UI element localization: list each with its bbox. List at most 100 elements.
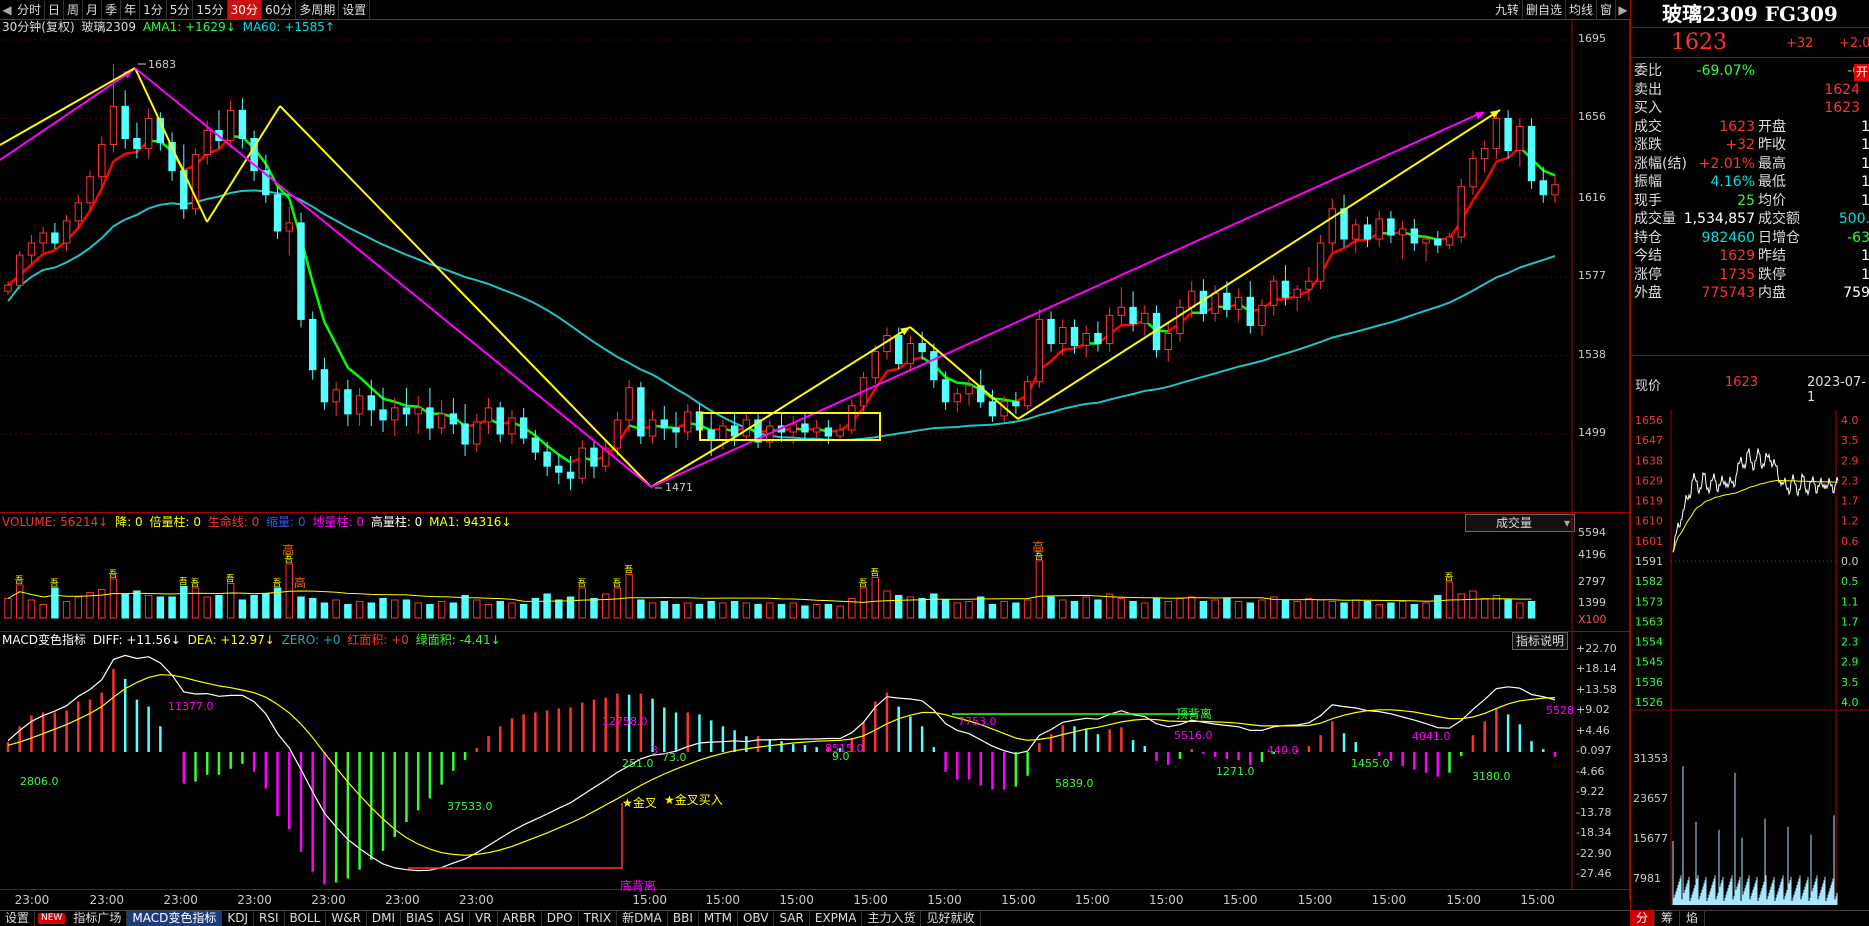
mini-right-axis-label: 1.7 <box>1841 495 1859 508</box>
ama-segment <box>323 321 338 346</box>
indicator-tab[interactable]: BIAS <box>401 911 440 926</box>
volume-bar <box>660 600 669 619</box>
volume-bar <box>355 600 364 619</box>
indicator-tab[interactable]: BBI <box>668 911 699 926</box>
quote-row: 买入 1623 <box>1631 99 1869 118</box>
time-axis-label: 15:00 <box>779 893 814 907</box>
intraday-mini-chart[interactable]: 1656 4.0 1647 3.5 1638 2.9 1629 2.3 1619 1.7 1610 1… <box>1631 410 1869 910</box>
candle-body <box>1387 218 1395 236</box>
indicator-tab[interactable]: MACD变色指标 <box>127 911 223 926</box>
indicator-tab[interactable]: MTM <box>699 911 738 926</box>
macd-axis-label: +22.70 <box>1576 642 1617 655</box>
candle-body <box>613 419 622 449</box>
candle-body <box>1234 296 1243 310</box>
macd-axis-label: +13.58 <box>1576 682 1617 696</box>
indicator-tab[interactable]: EXPMA <box>810 911 863 926</box>
indicator-tab[interactable]: TRIX <box>579 911 618 926</box>
mini-right-axis-label: 1.1 <box>1841 595 1859 608</box>
indicator-tab[interactable]: RSI <box>254 911 285 926</box>
indicator-tab[interactable]: 新DMA <box>617 911 668 926</box>
macd-axis-label: -4.66 <box>1576 764 1605 778</box>
candle-body <box>391 407 399 421</box>
indicator-tab[interactable]: KDJ <box>222 911 254 926</box>
candle-body <box>1457 186 1465 238</box>
mini-right-axis-label: 2.3 <box>1841 474 1859 487</box>
candle-body <box>1340 208 1348 240</box>
mini-tab[interactable]: 分 <box>1630 910 1656 926</box>
volume-mark: 吾 <box>870 567 879 578</box>
candle-body <box>226 109 235 142</box>
quote-panel: 玻璃2309 FG309 1623 +32 +2.0 委比-69.07%-67开… <box>1630 0 1869 910</box>
quote-value-2: 1 <box>1861 192 1869 209</box>
indicator-tab[interactable]: ASI <box>440 911 471 926</box>
indicator-tab[interactable]: 设置 <box>0 911 36 926</box>
candle-body <box>1375 218 1383 240</box>
volume-mark: 吾 <box>191 578 200 589</box>
candle-body <box>508 417 516 435</box>
indicator-tab[interactable]: 见好就收 <box>921 911 981 926</box>
quote-key: 涨跌 <box>1634 137 1662 153</box>
volume-bar <box>414 602 422 619</box>
ama-segment <box>335 344 349 369</box>
mini-left-axis-label: 1526 <box>1635 696 1663 709</box>
candle-body <box>1258 304 1266 326</box>
indicator-tab[interactable]: DPO <box>542 911 579 926</box>
quote-value: 1629 <box>1719 248 1755 264</box>
ama-segment <box>347 366 361 379</box>
candle-body <box>848 405 856 431</box>
quote-value-2: -63 <box>1847 229 1869 246</box>
indicator-tab[interactable]: ARBR <box>498 911 542 926</box>
kline-chart[interactable]: 16831471吾 吾吾吾吾吾吾吾吾 吾吾吾吾吾吾高高高2806.011377.03… <box>0 0 1630 910</box>
candle-body <box>379 409 387 421</box>
quote-key: 现手 <box>1634 192 1662 209</box>
volume-mark: 吾 <box>859 578 868 589</box>
indicator-tab[interactable]: 指标广场 <box>68 911 128 926</box>
candle-body <box>62 220 71 244</box>
macd-axis-label: -9.22 <box>1576 785 1605 799</box>
mini-tab[interactable]: 筹 <box>1655 910 1681 926</box>
indicator-tab[interactable]: W&R <box>326 911 367 926</box>
candle-body <box>308 318 317 371</box>
indicator-tab[interactable]: VR <box>470 911 498 926</box>
quote-value-2: 1 <box>1861 174 1869 190</box>
volume-bar <box>1305 597 1313 619</box>
indicator-tab[interactable]: DMI <box>367 911 402 926</box>
volume-bar <box>496 600 504 619</box>
quote-key: 涨停 <box>1634 266 1662 283</box>
ama-segment <box>1483 160 1498 184</box>
quote-value-2: 1 <box>1861 118 1869 135</box>
indicator-tab[interactable]: SAR <box>774 911 810 926</box>
volume-bar <box>250 594 258 619</box>
quote-value: +2.01% <box>1698 155 1755 172</box>
volume-mark: 吾 <box>50 578 59 589</box>
indicator-tab[interactable]: OBV <box>738 911 775 926</box>
volume-bar <box>1457 593 1465 619</box>
candle-body <box>484 407 493 423</box>
volume-bar <box>1410 603 1419 619</box>
candle-body <box>273 194 282 232</box>
candle-body <box>930 351 938 381</box>
volume-bar <box>1340 602 1348 619</box>
ama-segment <box>886 367 899 373</box>
candle-body <box>1035 318 1044 383</box>
candle-body <box>1246 296 1255 326</box>
volume-bar <box>1000 600 1008 619</box>
time-axis-label: 15:00 <box>1148 893 1184 907</box>
volume-bar <box>1258 599 1266 619</box>
quote-key: 今结 <box>1634 248 1662 264</box>
ama-segment <box>1121 323 1134 327</box>
macd-area-label: 5839.0 <box>1055 777 1094 790</box>
trend-line <box>1017 109 1501 420</box>
candle-body <box>1410 228 1419 244</box>
mini-tab[interactable]: 焰 <box>1680 910 1706 926</box>
quote-key: 外盘 <box>1634 285 1662 301</box>
candle-body <box>4 284 12 292</box>
candle-body <box>1023 381 1032 407</box>
time-axis-label: 15:00 <box>705 893 741 907</box>
volume-bar <box>1293 600 1301 619</box>
indicator-tab[interactable]: 主力入货 <box>862 911 922 926</box>
quote-key: 委比 <box>1634 63 1662 79</box>
mini-left-axis-label: 1591 <box>1635 555 1663 568</box>
indicator-tab[interactable]: BOLL <box>285 911 327 926</box>
mini-left-axis-label: 1545 <box>1635 656 1663 669</box>
